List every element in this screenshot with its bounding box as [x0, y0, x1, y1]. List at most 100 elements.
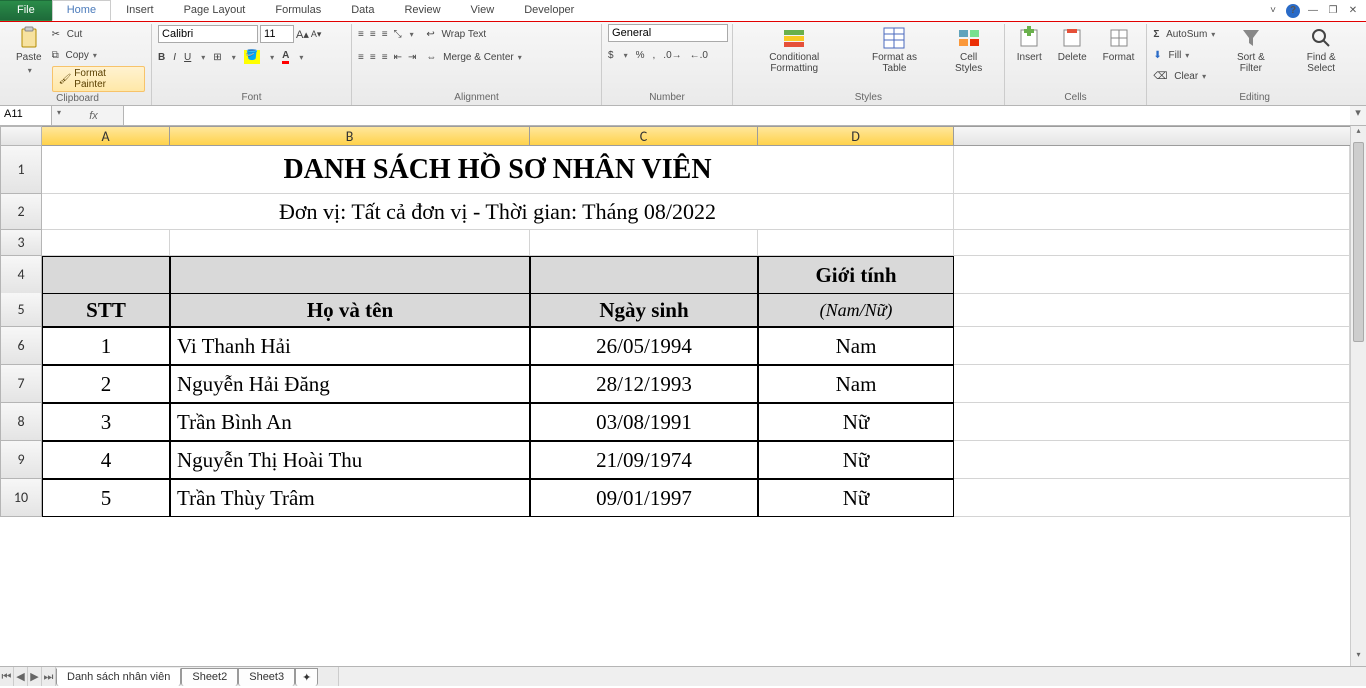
align-left-icon[interactable]: ≡ [358, 52, 364, 63]
cell-gender[interactable]: Nữ [758, 479, 954, 517]
col-header-d[interactable]: D [758, 126, 954, 146]
find-select-button[interactable]: Find & Select [1286, 24, 1356, 76]
grid-body[interactable]: 1 DANH SÁCH HỒ SƠ NHÂN VIÊN 2 Đơn vị: Tấ… [0, 146, 1350, 666]
orientation-icon[interactable]: ⤡ [394, 29, 402, 40]
tab-page-layout[interactable]: Page Layout [169, 0, 261, 21]
cell-gender[interactable]: Nam [758, 365, 954, 403]
merge-center-button[interactable]: ⇔ Merge & Center [426, 47, 521, 67]
cell-name[interactable]: Vi Thanh Hải [170, 327, 530, 365]
tab-data[interactable]: Data [336, 0, 389, 21]
underline-dropdown-icon[interactable] [199, 52, 205, 63]
cell-blank[interactable] [954, 230, 1350, 256]
align-top-icon[interactable]: ≡ [358, 29, 364, 40]
tab-insert[interactable]: Insert [111, 0, 169, 21]
cell-stt[interactable]: 1 [42, 327, 170, 365]
paste-button[interactable]: Paste [10, 24, 48, 78]
font-name-select[interactable] [158, 25, 258, 43]
sheet-tab-active[interactable]: Danh sách nhân viên [56, 668, 181, 686]
scroll-down-icon[interactable]: ▾ [1351, 650, 1366, 666]
number-format-select[interactable] [608, 24, 728, 42]
select-all-corner[interactable] [0, 126, 42, 146]
fill-color-button[interactable]: 🪣 [244, 50, 260, 64]
sort-filter-button[interactable]: Sort & Filter [1219, 24, 1282, 76]
expand-formula-icon[interactable]: ▾ [1350, 106, 1366, 125]
autosum-dropdown-icon[interactable] [1209, 29, 1215, 40]
align-center-icon[interactable]: ≡ [370, 52, 376, 63]
cell-blank[interactable] [758, 230, 954, 256]
currency-button[interactable]: $ [608, 50, 614, 61]
header-stt[interactable] [42, 256, 170, 294]
cell-gender[interactable]: Nam [758, 327, 954, 365]
format-as-table-button[interactable]: Format as Table [853, 24, 935, 76]
fx-button[interactable]: fx [64, 106, 124, 125]
sheet-nav-first-icon[interactable]: ⏮ [0, 667, 14, 686]
cell-blank[interactable] [954, 403, 1350, 441]
cell-blank[interactable] [954, 293, 1350, 327]
col-header-c[interactable]: C [530, 126, 758, 146]
cell-blank[interactable] [954, 365, 1350, 403]
row-header-6[interactable]: 6 [0, 327, 42, 365]
header-name-2[interactable]: Họ và tên [170, 293, 530, 327]
fill-dropdown-icon[interactable] [268, 52, 274, 63]
border-dropdown-icon[interactable] [230, 52, 236, 63]
cell-subtitle[interactable]: Đơn vị: Tất cả đơn vị - Thời gian: Tháng… [42, 194, 954, 230]
cell-blank[interactable] [42, 230, 170, 256]
border-button[interactable]: ⊞ [213, 52, 221, 63]
cell-blank[interactable] [954, 194, 1350, 230]
increase-font-icon[interactable]: A▴ [296, 28, 309, 41]
tab-developer[interactable]: Developer [509, 0, 589, 21]
underline-button[interactable]: U [184, 52, 191, 63]
sheet-nav-last-icon[interactable]: ⏭ [42, 667, 56, 686]
scrollbar-thumb[interactable] [1353, 142, 1364, 342]
tab-file[interactable]: File [0, 0, 52, 21]
row-header-3[interactable]: 3 [0, 230, 42, 256]
decrease-indent-icon[interactable]: ⇤ [394, 52, 402, 63]
cut-button[interactable]: ✂ Cut [52, 24, 145, 44]
cell-gender[interactable]: Nữ [758, 403, 954, 441]
cell-stt[interactable]: 3 [42, 403, 170, 441]
align-bottom-icon[interactable]: ≡ [382, 29, 388, 40]
minimize-icon[interactable]: — [1306, 4, 1320, 18]
col-header-rest[interactable] [954, 126, 1366, 146]
cell-dob[interactable]: 21/09/1974 [530, 441, 758, 479]
font-color-dropdown-icon[interactable] [297, 52, 303, 63]
tab-review[interactable]: Review [389, 0, 455, 21]
fill-dropdown-icon[interactable] [1183, 50, 1189, 61]
cell-blank[interactable] [954, 479, 1350, 517]
decrease-font-icon[interactable]: A▾ [311, 29, 322, 40]
formula-input[interactable] [124, 106, 1350, 125]
copy-button[interactable]: ⧉ Copy [52, 45, 145, 65]
tab-view[interactable]: View [456, 0, 510, 21]
cell-dob[interactable]: 28/12/1993 [530, 365, 758, 403]
name-box[interactable]: A11 [0, 106, 52, 125]
header-stt-2[interactable]: STT [42, 293, 170, 327]
autosum-button[interactable]: Σ AutoSum [1153, 24, 1215, 44]
header-name[interactable] [170, 256, 530, 294]
merge-dropdown-icon[interactable] [516, 52, 522, 63]
row-header-1[interactable]: 1 [0, 146, 42, 194]
name-box-dropdown-icon[interactable] [52, 106, 64, 125]
cell-gender[interactable]: Nữ [758, 441, 954, 479]
tab-formulas[interactable]: Formulas [260, 0, 336, 21]
cell-dob[interactable]: 03/08/1991 [530, 403, 758, 441]
cell-blank[interactable] [954, 256, 1350, 294]
vertical-scrollbar[interactable]: ▴ ▾ [1350, 126, 1366, 666]
header-gender[interactable]: Giới tính [758, 256, 954, 294]
cell-blank[interactable] [170, 230, 530, 256]
format-painter-button[interactable]: 🖌Format Painter [52, 66, 145, 92]
row-header-2[interactable]: 2 [0, 194, 42, 230]
cell-stt[interactable]: 5 [42, 479, 170, 517]
paste-dropdown-icon[interactable] [26, 65, 32, 76]
italic-button[interactable]: I [173, 52, 176, 63]
sheet-tab-3[interactable]: Sheet3 [238, 668, 295, 686]
cell-dob[interactable]: 26/05/1994 [530, 327, 758, 365]
minimize-ribbon-icon[interactable]: ˅ [1266, 4, 1280, 18]
sheet-tab-2[interactable]: Sheet2 [181, 668, 238, 686]
header-dob[interactable] [530, 256, 758, 294]
help-icon[interactable]: ? [1286, 4, 1300, 18]
header-gender-sub[interactable]: (Nam/Nữ) [758, 293, 954, 327]
copy-dropdown-icon[interactable] [91, 50, 97, 61]
currency-dropdown-icon[interactable] [622, 50, 628, 61]
cell-blank[interactable] [530, 230, 758, 256]
cell-blank[interactable] [954, 327, 1350, 365]
